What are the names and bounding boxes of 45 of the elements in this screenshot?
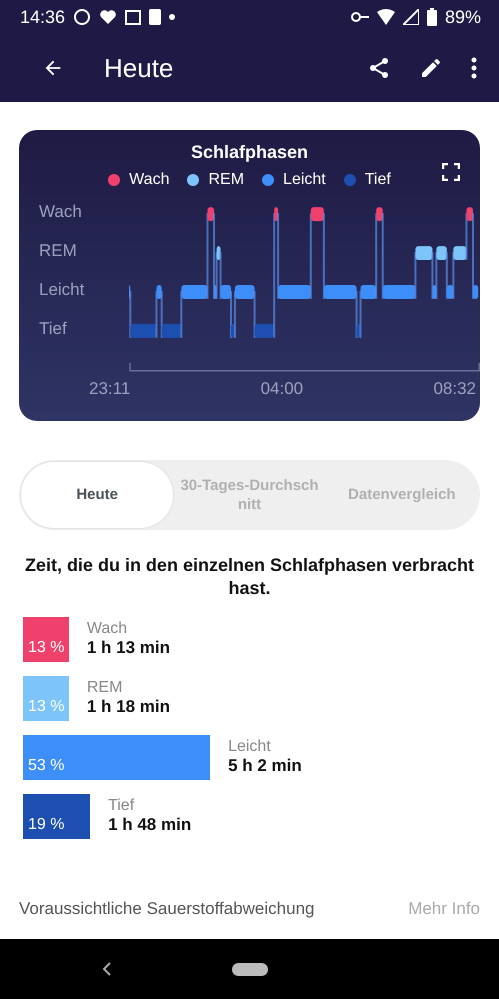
stage-name: Tief	[108, 796, 136, 815]
heart-icon	[99, 9, 118, 25]
stage-duration: 1 h 13 min	[86, 638, 170, 658]
stage-duration: 5 h 2 min	[228, 756, 302, 776]
key-icon	[350, 12, 369, 22]
stage-name: Wach	[86, 620, 128, 638]
period-tab[interactable]: Heute	[21, 462, 174, 528]
wifi-icon	[376, 9, 395, 25]
legend-label: Leicht	[283, 171, 326, 189]
stage-percent: 13 %	[28, 698, 64, 716]
more-info-link[interactable]: Mehr Info	[408, 899, 480, 919]
more-icon	[471, 56, 477, 80]
chart-title: Schlafphasen	[190, 142, 310, 163]
axis-label: 08:32	[433, 379, 476, 399]
legend-label: REM	[208, 171, 244, 189]
stage-name: Leicht	[228, 738, 272, 756]
stage-duration: 1 h 48 min	[108, 814, 192, 835]
dot-icon	[169, 14, 176, 20]
chevron-left-icon	[102, 962, 112, 976]
legend-label: Tief	[364, 171, 391, 189]
stage-duration: 1 h 18 min	[86, 696, 170, 717]
battery-icon	[426, 8, 437, 26]
axis-label: 23:11	[89, 379, 130, 399]
legend-label: Wach	[129, 171, 170, 189]
row-label: Voraussichtliche Sauerstoffabweichung	[19, 899, 314, 919]
axis-label: 04:00	[260, 379, 304, 399]
section-heading: Zeit, die du in den einzelnen Schlafphasen verbracht hast.	[24, 554, 476, 600]
period-tab[interactable]: 30-Tages-Durchschnitt	[173, 462, 326, 528]
fullscreen-button[interactable]	[442, 163, 460, 181]
axis-label: Wach	[39, 201, 83, 223]
signal-icon	[402, 9, 419, 25]
share-icon	[367, 56, 391, 80]
axis-label: Leicht	[39, 279, 86, 301]
stage-percent: 53 %	[28, 756, 64, 775]
pencil-icon	[419, 56, 443, 80]
axis-label: REM	[39, 240, 78, 262]
stage-percent: 13 %	[28, 638, 64, 657]
home-pill-button[interactable]	[232, 962, 268, 976]
axis-label: Tief	[39, 318, 68, 340]
battery-level: 89%	[444, 6, 481, 28]
status-time: 14:36	[20, 6, 66, 28]
stage-name: REM	[86, 678, 124, 697]
period-tab[interactable]: Datenvergleich	[326, 462, 478, 528]
screen-title: Heute	[104, 52, 174, 84]
stage-percent: 19 %	[28, 816, 64, 834]
